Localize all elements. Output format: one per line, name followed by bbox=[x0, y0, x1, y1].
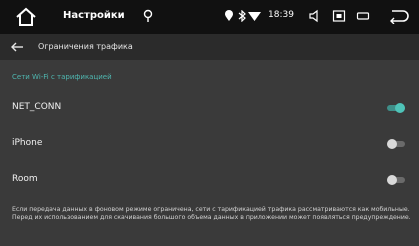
volume-icon[interactable] bbox=[308, 9, 322, 23]
toggle-thumb bbox=[387, 175, 397, 185]
network-row-net-conn[interactable]: NET_CONN bbox=[0, 90, 419, 126]
metered-toggle[interactable] bbox=[387, 102, 405, 114]
toggle-thumb bbox=[395, 103, 405, 113]
network-name: Room bbox=[12, 174, 38, 184]
footer-description: Если передача данных в фоновом режиме ог… bbox=[12, 206, 411, 221]
network-name: iPhone bbox=[12, 138, 43, 148]
recent-apps-icon[interactable] bbox=[356, 9, 370, 23]
page-title: Ограничения трафика bbox=[38, 42, 133, 51]
metered-toggle[interactable] bbox=[387, 174, 405, 186]
back-arrow-icon[interactable] bbox=[10, 40, 24, 54]
toggle-thumb bbox=[387, 139, 397, 149]
network-name: NET_CONN bbox=[12, 102, 62, 112]
wifi-icon bbox=[248, 12, 261, 21]
home-icon[interactable] bbox=[14, 5, 38, 29]
back-return-icon[interactable] bbox=[388, 8, 410, 24]
location-status-icon bbox=[225, 10, 233, 21]
metered-toggle[interactable] bbox=[387, 138, 405, 150]
network-row-iphone[interactable]: iPhone bbox=[0, 126, 419, 162]
network-row-room[interactable]: Room bbox=[0, 162, 419, 198]
bluetooth-icon bbox=[238, 10, 246, 22]
app-bar: Ограничения трафика bbox=[0, 34, 419, 60]
top-bar: Настройки 18:39 bbox=[0, 0, 419, 34]
screenshot-icon[interactable] bbox=[332, 9, 346, 23]
location-icon bbox=[143, 9, 153, 22]
section-header: Сети Wi-Fi с тарификацией bbox=[12, 73, 112, 81]
app-title: Настройки bbox=[63, 10, 125, 21]
